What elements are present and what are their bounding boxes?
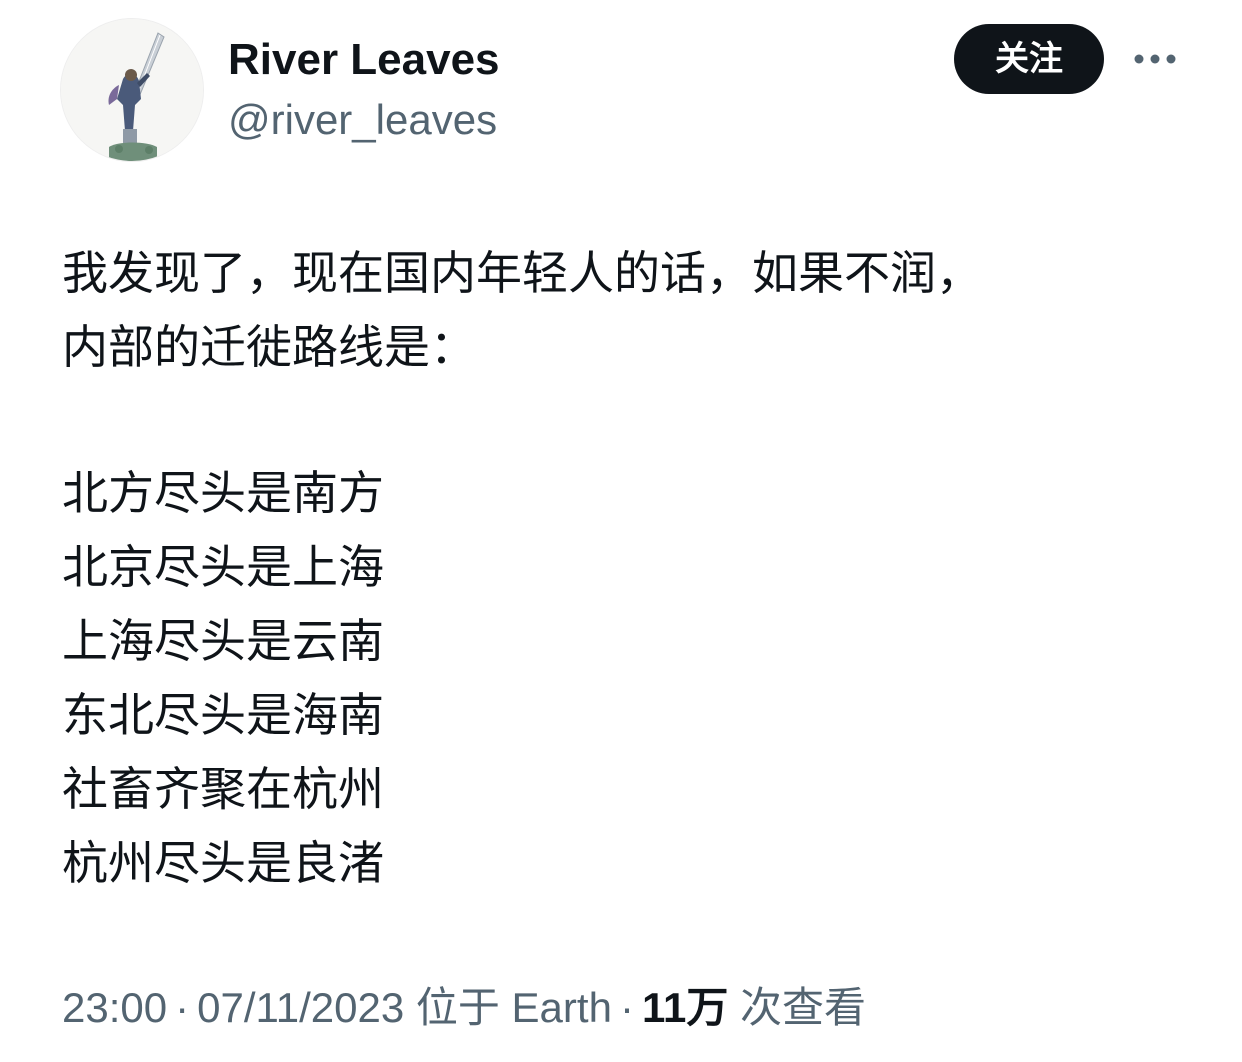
tweet-location: 位于 Earth <box>415 984 612 1031</box>
tweet-text: 我发现了，现在国内年轻人的话，如果不润， 内部的迁徙路线是： 北方尽头是南方 北… <box>62 236 1182 900</box>
follow-button[interactable]: 关注 <box>954 24 1104 94</box>
avatar[interactable] <box>60 18 204 162</box>
tweet-time[interactable]: 23:00 <box>62 984 167 1031</box>
statue-avatar-icon <box>61 19 203 161</box>
tweet-poem-line: 社畜齐聚在杭州 <box>62 762 384 816</box>
tweet-poem-line: 北方尽头是南方 <box>62 466 384 520</box>
separator-dot: · <box>619 984 634 1031</box>
tweet-poem-line: 东北尽头是海南 <box>62 688 384 742</box>
tweet-date[interactable]: 07/11/2023 <box>197 984 404 1031</box>
views-label: 次查看 <box>740 984 867 1031</box>
tweet-poem-line: 上海尽头是云南 <box>62 614 384 668</box>
tweet-intro-line: 内部的迁徙路线是： <box>62 320 476 374</box>
tweet-intro-line: 我发现了，现在国内年轻人的话，如果不润， <box>62 246 982 300</box>
more-horizontal-icon[interactable] <box>1132 46 1178 72</box>
tweet-metadata: 23:00 · 07/11/2023 位于 Earth · 11万 次查看 <box>62 978 866 1038</box>
author-handle[interactable]: @river_leaves <box>228 92 497 148</box>
views-count: 11万 <box>641 984 729 1031</box>
tweet-poem-line: 北京尽头是上海 <box>62 540 384 594</box>
author-display-name[interactable]: River Leaves <box>228 32 500 88</box>
paragraph-break <box>62 384 1182 456</box>
separator-dot: · <box>175 984 190 1031</box>
tweet-poem-line: 杭州尽头是良渚 <box>62 836 384 890</box>
